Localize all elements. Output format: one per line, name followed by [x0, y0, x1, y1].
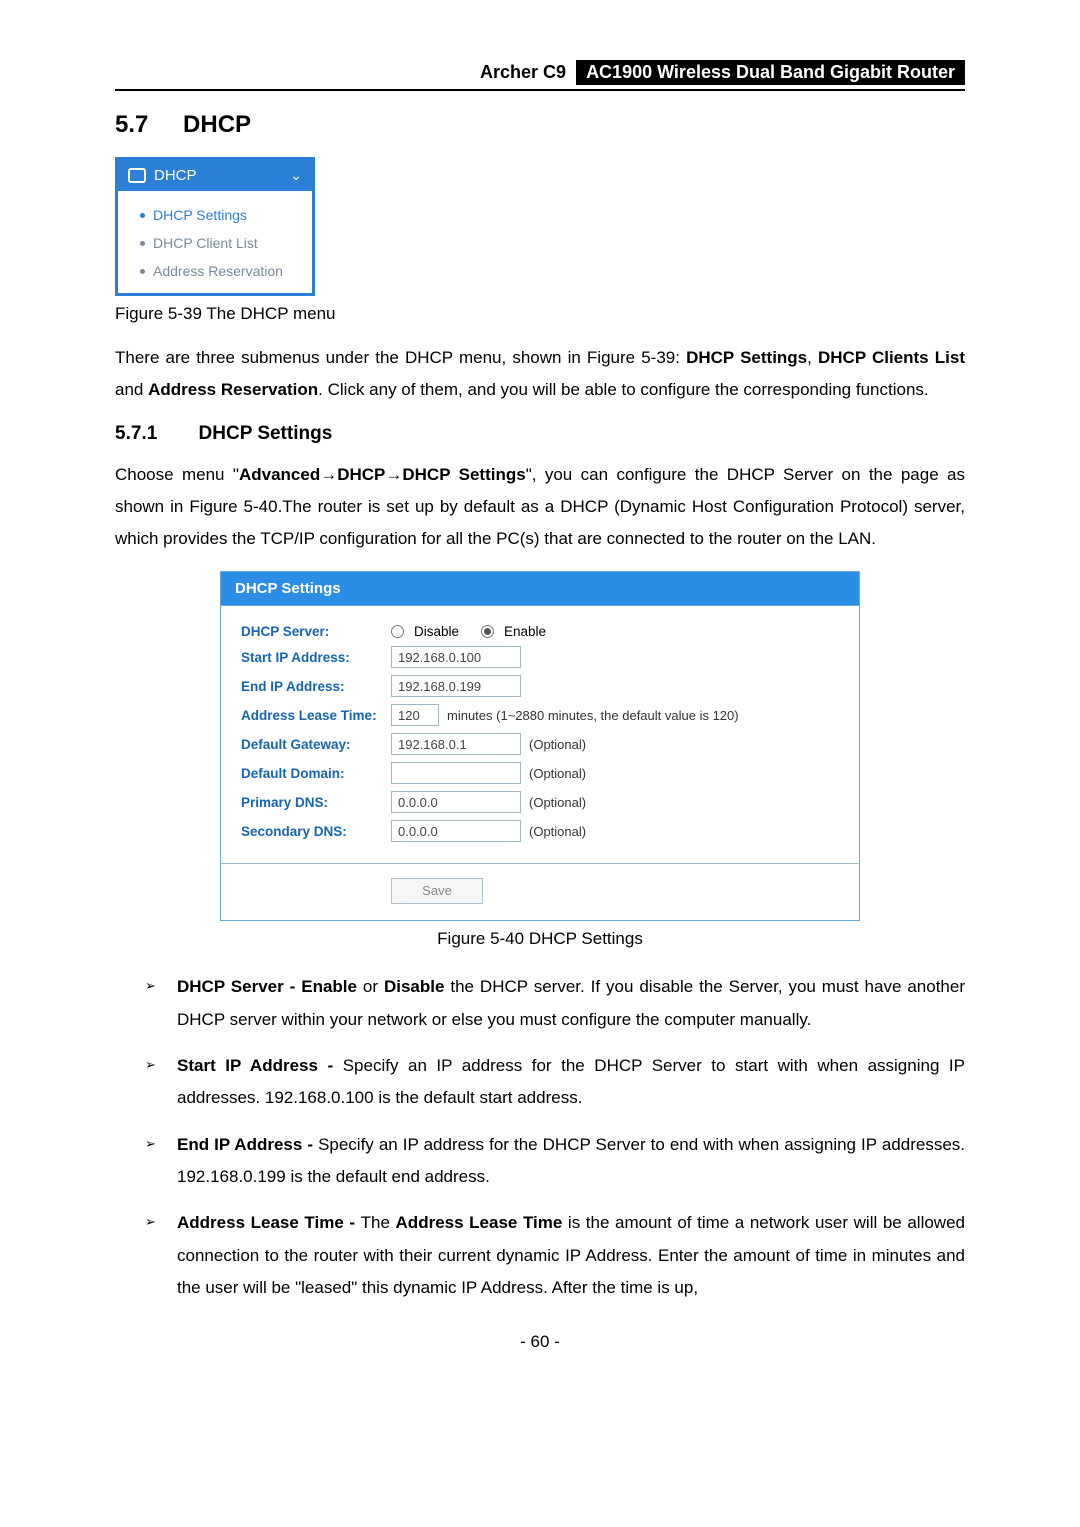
section-heading: 5.7 DHCP	[115, 111, 965, 139]
bullet-lease-time: Address Lease Time - The Address Lease T…	[145, 1207, 965, 1304]
save-button[interactable]: Save	[391, 878, 483, 904]
paragraph-intro: There are three submenus under the DHCP …	[115, 342, 965, 407]
row-secondary-dns: Secondary DNS: (Optional)	[241, 820, 839, 842]
dhcp-menu-title: DHCP	[154, 167, 197, 184]
chevron-down-icon: ⌄	[290, 167, 302, 184]
page: Archer C9 AC1900 Wireless Dual Band Giga…	[0, 0, 1080, 1527]
row-end-ip: End IP Address:	[241, 675, 839, 697]
dhcp-menu-body: DHCP Settings DHCP Client List Address R…	[118, 191, 312, 293]
section-number: 5.7	[115, 111, 148, 138]
hint-optional: (Optional)	[529, 766, 586, 781]
row-default-domain: Default Domain: (Optional)	[241, 762, 839, 784]
dhcp-icon	[128, 168, 146, 183]
menu-item-dhcp-settings[interactable]: DHCP Settings	[130, 201, 300, 229]
dhcp-settings-panel: DHCP Settings DHCP Server: Disable Enabl…	[220, 571, 860, 921]
label-end-ip: End IP Address:	[241, 679, 391, 694]
label-secondary-dns: Secondary DNS:	[241, 824, 391, 839]
bullet-dhcp-server: DHCP Server - Enable or Disable the DHCP…	[145, 971, 965, 1036]
input-start-ip[interactable]	[391, 646, 521, 668]
subsection-number: 5.7.1	[115, 423, 157, 444]
label-primary-dns: Primary DNS:	[241, 795, 391, 810]
hint-optional: (Optional)	[529, 824, 586, 839]
subsection-title: DHCP Settings	[199, 423, 333, 444]
bullet-list: DHCP Server - Enable or Disable the DHCP…	[145, 971, 965, 1304]
row-primary-dns: Primary DNS: (Optional)	[241, 791, 839, 813]
panel-body: DHCP Server: Disable Enable Start IP Add…	[221, 606, 859, 863]
row-start-ip: Start IP Address:	[241, 646, 839, 668]
label-dhcp-server: DHCP Server:	[241, 624, 391, 639]
menu-item-label: Address Reservation	[153, 263, 283, 279]
hint-optional: (Optional)	[529, 737, 586, 752]
page-header: Archer C9 AC1900 Wireless Dual Band Giga…	[115, 60, 965, 91]
label-start-ip: Start IP Address:	[241, 650, 391, 665]
input-lease-time[interactable]	[391, 704, 439, 726]
bullet-icon	[140, 269, 145, 274]
section-title: DHCP	[183, 111, 251, 138]
row-default-gateway: Default Gateway: (Optional)	[241, 733, 839, 755]
dhcp-menu: DHCP ⌄ DHCP Settings DHCP Client List Ad…	[115, 157, 315, 296]
paragraph-menu-path: Choose menu "Advanced→DHCP→DHCP Settings…	[115, 459, 965, 556]
input-primary-dns[interactable]	[391, 791, 521, 813]
radio-disable[interactable]	[391, 625, 404, 638]
bullet-icon	[140, 241, 145, 246]
panel-footer: Save	[221, 863, 859, 920]
panel-title: DHCP Settings	[221, 572, 859, 606]
radio-enable-label: Enable	[504, 624, 546, 639]
input-gateway[interactable]	[391, 733, 521, 755]
input-end-ip[interactable]	[391, 675, 521, 697]
input-secondary-dns[interactable]	[391, 820, 521, 842]
row-dhcp-server: DHCP Server: Disable Enable	[241, 624, 839, 639]
dhcp-menu-header[interactable]: DHCP ⌄	[118, 160, 312, 191]
menu-item-address-reservation[interactable]: Address Reservation	[130, 257, 300, 285]
label-gateway: Default Gateway:	[241, 737, 391, 752]
label-domain: Default Domain:	[241, 766, 391, 781]
bullet-icon	[140, 213, 145, 218]
hint-optional: (Optional)	[529, 795, 586, 810]
model-label: Archer C9	[480, 62, 566, 83]
radio-enable[interactable]	[481, 625, 494, 638]
radio-disable-label: Disable	[414, 624, 459, 639]
menu-item-label: DHCP Client List	[153, 235, 258, 251]
hint-lease: minutes (1~2880 minutes, the default val…	[447, 708, 739, 723]
bullet-start-ip: Start IP Address - Specify an IP address…	[145, 1050, 965, 1115]
bullet-end-ip: End IP Address - Specify an IP address f…	[145, 1129, 965, 1194]
figure-caption-39: Figure 5-39 The DHCP menu	[115, 304, 965, 324]
page-number: - 60 -	[115, 1332, 965, 1352]
product-label: AC1900 Wireless Dual Band Gigabit Router	[576, 60, 965, 85]
menu-item-label: DHCP Settings	[153, 207, 247, 223]
subsection-heading: 5.7.1 DHCP Settings	[115, 423, 965, 445]
menu-item-dhcp-client-list[interactable]: DHCP Client List	[130, 229, 300, 257]
row-lease-time: Address Lease Time: minutes (1~2880 minu…	[241, 704, 839, 726]
figure-caption-40: Figure 5-40 DHCP Settings	[115, 929, 965, 949]
input-domain[interactable]	[391, 762, 521, 784]
label-lease-time: Address Lease Time:	[241, 708, 391, 723]
